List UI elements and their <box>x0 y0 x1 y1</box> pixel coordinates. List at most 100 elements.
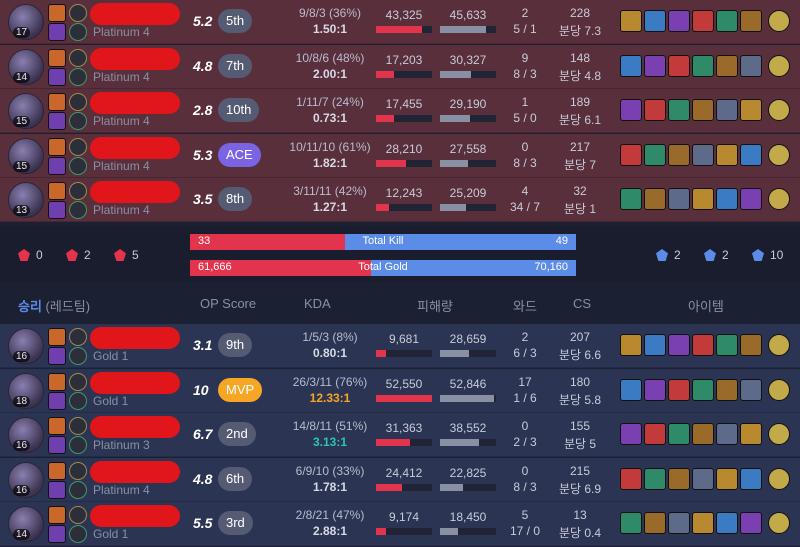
trinket-icon[interactable] <box>768 143 790 166</box>
item-icon[interactable] <box>620 423 642 446</box>
item-icon[interactable] <box>644 10 666 32</box>
keystone-rune-icon[interactable] <box>69 48 87 67</box>
trinket-icon[interactable] <box>768 334 790 356</box>
champion-portrait[interactable]: 13 <box>8 182 44 219</box>
secondary-rune-icon[interactable] <box>69 436 87 455</box>
item-icon[interactable] <box>668 143 690 166</box>
item-icon[interactable] <box>668 188 690 211</box>
summoner-spell-icon[interactable] <box>48 156 66 175</box>
keystone-rune-icon[interactable] <box>69 4 87 22</box>
champion-portrait[interactable]: 16 <box>8 328 44 364</box>
item-icon[interactable] <box>620 378 642 401</box>
summoner-spell-icon[interactable] <box>48 525 66 544</box>
item-icon[interactable] <box>740 334 762 356</box>
player-row[interactable]: 16 Platinum 3 6.7 2nd 14/8/11 (51%) 3.13… <box>0 413 800 458</box>
champion-portrait[interactable]: 16 <box>8 417 44 454</box>
summoner-spell-icon[interactable] <box>48 93 66 112</box>
item-icon[interactable] <box>620 10 642 32</box>
item-icon[interactable] <box>668 334 690 356</box>
item-icon[interactable] <box>740 378 762 401</box>
keystone-rune-icon[interactable] <box>69 461 87 480</box>
item-icon[interactable] <box>692 188 714 211</box>
item-icon[interactable] <box>620 143 642 166</box>
trinket-icon[interactable] <box>768 99 790 122</box>
item-icon[interactable] <box>692 54 714 77</box>
secondary-rune-icon[interactable] <box>69 525 87 544</box>
item-icon[interactable] <box>740 10 762 32</box>
champion-portrait[interactable]: 15 <box>8 137 44 174</box>
summoner-spell-icon[interactable] <box>48 112 66 131</box>
item-icon[interactable] <box>716 188 738 211</box>
item-icon[interactable] <box>692 143 714 166</box>
player-row[interactable]: 16 Platinum 4 4.8 6th 6/9/10 (33%) 1.78:… <box>0 457 800 502</box>
item-icon[interactable] <box>716 54 738 77</box>
player-row[interactable]: 14 Platinum 4 4.8 7th 10/8/6 (48%) 2.00:… <box>0 44 800 89</box>
item-icon[interactable] <box>644 334 666 356</box>
player-row[interactable]: 15 Platinum 4 2.8 10th 1/11/7 (24%) 0.73… <box>0 89 800 134</box>
item-icon[interactable] <box>692 467 714 490</box>
item-icon[interactable] <box>644 99 666 122</box>
item-icon[interactable] <box>668 512 690 535</box>
summoner-spell-icon[interactable] <box>48 461 66 480</box>
summoner-spell-icon[interactable] <box>48 137 66 156</box>
item-icon[interactable] <box>716 10 738 32</box>
item-icon[interactable] <box>716 99 738 122</box>
champion-portrait[interactable]: 17 <box>8 4 44 40</box>
summoner-spell-icon[interactable] <box>48 372 66 391</box>
secondary-rune-icon[interactable] <box>69 391 87 410</box>
summoner-spell-icon[interactable] <box>48 201 66 220</box>
item-icon[interactable] <box>692 334 714 356</box>
champion-portrait[interactable]: 16 <box>8 461 44 498</box>
item-icon[interactable] <box>740 512 762 535</box>
item-icon[interactable] <box>692 423 714 446</box>
player-row[interactable]: 15 Platinum 4 5.3 ACE 10/11/10 (61%) 1.8… <box>0 133 800 178</box>
secondary-rune-icon[interactable] <box>69 347 87 365</box>
player-row[interactable]: 14 Gold 1 5.5 3rd 2/8/21 (47%) 2.88:1 9,… <box>0 502 800 547</box>
keystone-rune-icon[interactable] <box>69 182 87 201</box>
keystone-rune-icon[interactable] <box>69 137 87 156</box>
item-icon[interactable] <box>644 143 666 166</box>
item-icon[interactable] <box>716 334 738 356</box>
item-icon[interactable] <box>644 188 666 211</box>
item-icon[interactable] <box>668 378 690 401</box>
trinket-icon[interactable] <box>768 10 790 32</box>
item-icon[interactable] <box>644 512 666 535</box>
item-icon[interactable] <box>668 99 690 122</box>
item-icon[interactable] <box>740 467 762 490</box>
item-icon[interactable] <box>644 423 666 446</box>
keystone-rune-icon[interactable] <box>69 506 87 525</box>
item-icon[interactable] <box>740 188 762 211</box>
secondary-rune-icon[interactable] <box>69 480 87 499</box>
item-icon[interactable] <box>740 54 762 77</box>
champion-portrait[interactable]: 15 <box>8 93 44 130</box>
item-icon[interactable] <box>692 10 714 32</box>
item-icon[interactable] <box>740 423 762 446</box>
summoner-spell-icon[interactable] <box>48 48 66 67</box>
summoner-spell-icon[interactable] <box>48 436 66 455</box>
secondary-rune-icon[interactable] <box>69 201 87 220</box>
item-icon[interactable] <box>716 378 738 401</box>
item-icon[interactable] <box>716 423 738 446</box>
item-icon[interactable] <box>620 99 642 122</box>
summoner-spell-icon[interactable] <box>48 480 66 499</box>
item-icon[interactable] <box>692 99 714 122</box>
item-icon[interactable] <box>620 467 642 490</box>
summoner-spell-icon[interactable] <box>48 67 66 86</box>
item-icon[interactable] <box>716 467 738 490</box>
summoner-spell-icon[interactable] <box>48 417 66 436</box>
player-row[interactable]: 13 Platinum 4 3.5 8th 3/11/11 (42%) 1.27… <box>0 178 800 223</box>
trinket-icon[interactable] <box>768 467 790 490</box>
item-icon[interactable] <box>644 378 666 401</box>
player-row[interactable]: 17 Platinum 4 5.2 5th 9/8/3 (36%) 1.50:1… <box>0 0 800 44</box>
item-icon[interactable] <box>668 423 690 446</box>
summoner-spell-icon[interactable] <box>48 4 66 22</box>
trinket-icon[interactable] <box>768 188 790 211</box>
player-row[interactable]: 16 Gold 1 3.1 9th 1/5/3 (8%) 0.80:1 9,68… <box>0 324 800 368</box>
keystone-rune-icon[interactable] <box>69 417 87 436</box>
item-icon[interactable] <box>668 10 690 32</box>
item-icon[interactable] <box>644 54 666 77</box>
item-icon[interactable] <box>620 188 642 211</box>
item-icon[interactable] <box>692 512 714 535</box>
trinket-icon[interactable] <box>768 423 790 446</box>
item-icon[interactable] <box>620 334 642 356</box>
